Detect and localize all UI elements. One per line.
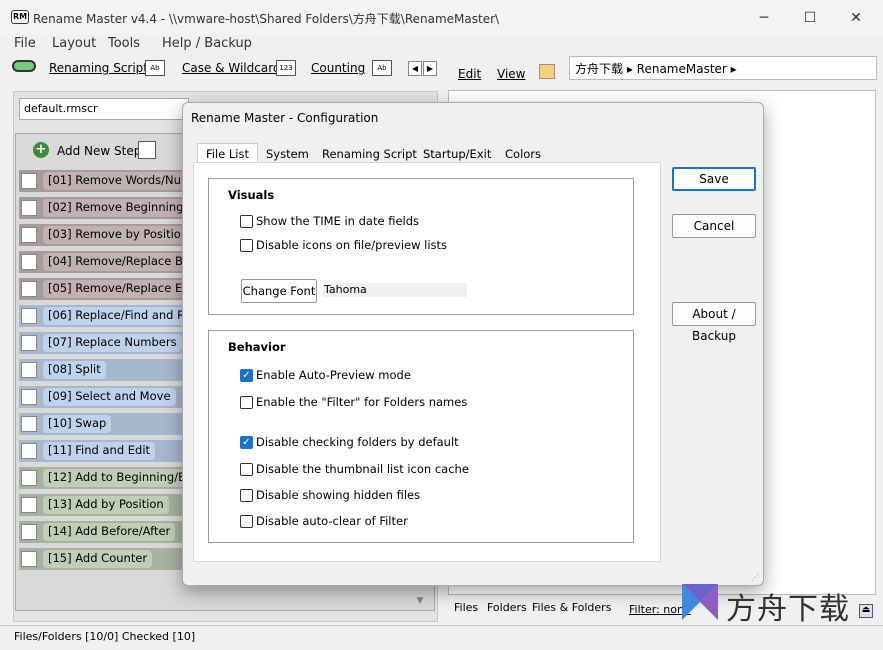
window-title: Rename Master v4.4 - \\vmware-host\Share…	[33, 12, 500, 26]
steps-menu-icon[interactable]	[138, 141, 156, 159]
font-name: Tahoma	[323, 283, 467, 297]
case-wildcards-link[interactable]: Case & Wildcards	[182, 61, 287, 75]
behavior-title: Behavior	[228, 340, 286, 354]
step-checkbox[interactable]	[21, 470, 37, 486]
configuration-dialog: Rename Master - Configuration File List …	[182, 102, 764, 586]
step-checkbox[interactable]	[21, 497, 37, 513]
show-time-label: Show the TIME in date fields	[256, 214, 420, 228]
next-tool-icon[interactable]: Ab	[372, 60, 392, 76]
about-backup-button[interactable]: About / Backup	[672, 302, 756, 343]
counting-icon[interactable]: 123	[276, 60, 296, 76]
scroll-down-icon[interactable]: ▼	[413, 596, 427, 610]
thumbnail-cache-label: Disable the thumbnail list icon cache	[256, 462, 469, 476]
view-link[interactable]: View	[497, 67, 525, 81]
step-checkbox[interactable]	[21, 173, 37, 189]
change-font-button[interactable]: Change Font	[241, 279, 317, 303]
step-label: [14] Add Before/After	[43, 523, 176, 541]
menu-tools[interactable]: Tools	[108, 36, 140, 51]
step-item[interactable]: [13] Add by Position	[19, 494, 189, 516]
auto-preview-checkbox[interactable]: ✓	[240, 369, 253, 382]
maximize-button[interactable]: ☐	[787, 4, 833, 32]
menu-file[interactable]: File	[14, 36, 36, 51]
minimize-button[interactable]: ─	[741, 4, 787, 32]
step-item[interactable]: [14] Add Before/After	[19, 521, 189, 543]
cancel-button[interactable]: Cancel	[672, 214, 756, 238]
toolbar-prev-button[interactable]: ◀	[408, 61, 422, 76]
step-item[interactable]: [09] Select and Move	[19, 386, 189, 408]
tab-files-folders[interactable]: Files & Folders	[532, 601, 611, 614]
menu-layout[interactable]: Layout	[52, 36, 96, 51]
step-label: [15] Add Counter	[43, 550, 153, 568]
hidden-files-label: Disable showing hidden files	[256, 488, 421, 502]
folder-filter-label: Enable the "Filter" for Folders names	[256, 395, 468, 409]
auto-clear-filter-checkbox[interactable]	[240, 515, 253, 528]
thumbnail-cache-checkbox[interactable]	[240, 463, 253, 476]
breadcrumb[interactable]: 方舟下载 ▸ RenameMaster ▸	[569, 56, 877, 80]
menu-help-backup[interactable]: Help / Backup	[162, 36, 252, 51]
case-icon[interactable]: Ab	[145, 60, 165, 76]
folder-up-icon[interactable]	[539, 64, 555, 79]
step-item[interactable]: [08] Split	[19, 359, 189, 381]
disable-icons-checkbox[interactable]	[240, 239, 253, 252]
disable-checking-folders-checkbox[interactable]: ✓	[240, 436, 253, 449]
step-checkbox[interactable]	[21, 362, 37, 378]
step-item[interactable]: [05] Remove/Replace Expre	[19, 278, 213, 300]
watermark-logo-icon	[682, 584, 718, 620]
step-checkbox[interactable]	[21, 524, 37, 540]
edit-link[interactable]: Edit	[458, 67, 481, 81]
tab-files[interactable]: Files	[454, 601, 478, 614]
tab-folders[interactable]: Folders	[487, 601, 527, 614]
dialog-title: Rename Master - Configuration	[191, 111, 379, 125]
app-icon: RM	[11, 10, 29, 24]
watermark-text: 方舟下载	[726, 592, 850, 627]
step-checkbox[interactable]	[21, 416, 37, 432]
disable-icons-label: Disable icons on file/preview lists	[256, 238, 448, 252]
watermark: 方舟下载	[680, 580, 880, 627]
script-file-combo[interactable]: default.rmscr	[19, 98, 189, 120]
step-item[interactable]: [02] Remove Beginning/End	[19, 197, 215, 219]
renaming-script-link[interactable]: Renaming Script	[49, 61, 148, 75]
step-label: [11] Find and Edit	[43, 442, 156, 460]
step-item[interactable]: [03] Remove by Position	[19, 224, 194, 246]
add-icon[interactable]: +	[33, 142, 49, 158]
step-item[interactable]: [12] Add to Beginning/Endi	[19, 467, 209, 489]
save-button[interactable]: Save	[672, 167, 756, 191]
step-checkbox[interactable]	[21, 200, 37, 216]
add-new-step-button[interactable]: Add New Step	[57, 144, 141, 158]
step-checkbox[interactable]	[21, 335, 37, 351]
step-item[interactable]: [07] Replace Numbers	[19, 332, 189, 354]
step-checkbox[interactable]	[21, 227, 37, 243]
step-checkbox[interactable]	[21, 281, 37, 297]
close-button[interactable]: ✕	[833, 4, 879, 32]
auto-preview-label: Enable Auto-Preview mode	[256, 368, 411, 382]
step-label: [07] Replace Numbers	[43, 334, 182, 352]
step-item[interactable]: [04] Remove/Replace Befor	[19, 251, 211, 273]
step-checkbox[interactable]	[21, 254, 37, 270]
step-item[interactable]: [01] Remove Words/Numbe	[19, 170, 212, 192]
visuals-title: Visuals	[228, 188, 275, 202]
toolbar-next-button[interactable]: ▶	[423, 61, 437, 76]
step-checkbox[interactable]	[21, 389, 37, 405]
step-label: [09] Select and Move	[43, 388, 176, 406]
step-item[interactable]: [06] Replace/Find and Repl	[19, 305, 208, 327]
status-bar: Files/Folders [10/0] Checked [10]	[0, 625, 883, 649]
step-item[interactable]: [15] Add Counter	[19, 548, 189, 570]
step-label: [10] Swap	[43, 415, 112, 433]
step-checkbox[interactable]	[21, 443, 37, 459]
renaming-script-icon[interactable]	[12, 60, 36, 72]
step-item[interactable]: [11] Find and Edit	[19, 440, 189, 462]
hidden-files-checkbox[interactable]	[240, 489, 253, 502]
auto-clear-filter-label: Disable auto-clear of Filter	[256, 514, 408, 528]
folder-filter-checkbox[interactable]	[240, 396, 253, 409]
show-time-checkbox[interactable]	[240, 215, 253, 228]
step-checkbox[interactable]	[21, 551, 37, 567]
step-label: [08] Split	[43, 361, 106, 379]
step-item[interactable]: [10] Swap	[19, 413, 189, 435]
counting-link[interactable]: Counting	[311, 61, 365, 75]
disable-checking-folders-label: Disable checking folders by default	[256, 435, 459, 449]
step-label: [03] Remove by Position	[43, 226, 194, 244]
step-checkbox[interactable]	[21, 308, 37, 324]
step-label: [13] Add by Position	[43, 496, 169, 514]
